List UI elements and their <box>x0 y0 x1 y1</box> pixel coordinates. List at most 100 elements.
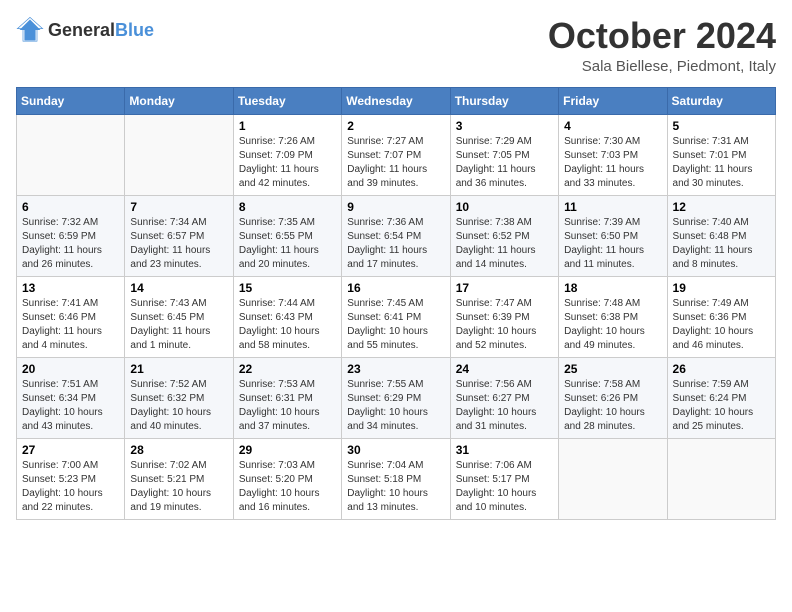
calendar-cell: 24 Sunrise: 7:56 AM Sunset: 6:27 PM Dayli… <box>450 357 558 438</box>
day-info: Sunrise: 7:27 AM Sunset: 7:07 PM Dayligh… <box>347 135 444 191</box>
calendar-cell: 27Sunrise: 7:00 AM Sunset: 5:23 PM Dayli… <box>17 438 125 519</box>
day-number: 24 <box>456 362 553 376</box>
calendar-cell: 5Sunrise: 7:31 AM Sunset: 7:01 PM Daylig… <box>667 114 775 195</box>
calendar-cell: 11Sunrise: 7:39 AM Sunset: 6:50 PM Dayli… <box>559 195 667 276</box>
day-number: 4 <box>564 119 661 133</box>
calendar-cell: 9 Sunrise: 7:36 AM Sunset: 6:54 PM Daylig… <box>342 195 450 276</box>
logo: GeneralBlue <box>16 16 154 44</box>
day-info: Sunrise: 7:49 AM Sunset: 6:36 PM Dayligh… <box>673 297 770 353</box>
day-info: Sunrise: 7:45 AM Sunset: 6:41 PM Dayligh… <box>347 297 444 353</box>
calendar-cell: 8Sunrise: 7:35 AM Sunset: 6:55 PM Daylig… <box>233 195 341 276</box>
week-row-4: 20Sunrise: 7:51 AM Sunset: 6:34 PM Dayli… <box>17 357 776 438</box>
day-number: 16 <box>347 281 444 295</box>
day-info: Sunrise: 7:44 AM Sunset: 6:43 PM Dayligh… <box>239 297 336 353</box>
day-number: 30 <box>347 443 444 457</box>
day-number: 29 <box>239 443 336 457</box>
day-header-sunday: Sunday <box>17 87 125 114</box>
day-info: Sunrise: 7:41 AM Sunset: 6:46 PM Dayligh… <box>22 297 119 353</box>
calendar-cell: 28 Sunrise: 7:02 AM Sunset: 5:21 PM Dayli… <box>125 438 233 519</box>
title-block: October 2024 Sala Biellese, Piedmont, It… <box>548 16 776 75</box>
calendar-cell: 1 Sunrise: 7:26 AM Sunset: 7:09 PM Daylig… <box>233 114 341 195</box>
calendar-cell: 19 Sunrise: 7:49 AM Sunset: 6:36 PM Dayli… <box>667 276 775 357</box>
calendar-cell: 20Sunrise: 7:51 AM Sunset: 6:34 PM Dayli… <box>17 357 125 438</box>
week-row-1: 1 Sunrise: 7:26 AM Sunset: 7:09 PM Daylig… <box>17 114 776 195</box>
day-info: Sunrise: 7:40 AM Sunset: 6:48 PM Dayligh… <box>673 216 770 272</box>
calendar-cell: 3 Sunrise: 7:29 AM Sunset: 7:05 PM Daylig… <box>450 114 558 195</box>
calendar-cell: 4Sunrise: 7:30 AM Sunset: 7:03 PM Daylig… <box>559 114 667 195</box>
day-number: 8 <box>239 200 336 214</box>
day-number: 26 <box>673 362 770 376</box>
calendar-cell: 15Sunrise: 7:44 AM Sunset: 6:43 PM Dayli… <box>233 276 341 357</box>
day-header-friday: Friday <box>559 87 667 114</box>
day-info: Sunrise: 7:38 AM Sunset: 6:52 PM Dayligh… <box>456 216 553 272</box>
day-info: Sunrise: 7:02 AM Sunset: 5:21 PM Dayligh… <box>130 459 227 515</box>
day-number: 12 <box>673 200 770 214</box>
days-row: SundayMondayTuesdayWednesdayThursdayFrid… <box>17 87 776 114</box>
week-row-3: 13 Sunrise: 7:41 AM Sunset: 6:46 PM Dayli… <box>17 276 776 357</box>
day-number: 2 <box>347 119 444 133</box>
day-number: 9 <box>347 200 444 214</box>
day-number: 17 <box>456 281 553 295</box>
calendar-cell: 31 Sunrise: 7:06 AM Sunset: 5:17 PM Dayli… <box>450 438 558 519</box>
day-number: 18 <box>564 281 661 295</box>
day-number: 27 <box>22 443 119 457</box>
calendar-cell: 26 Sunrise: 7:59 AM Sunset: 6:24 PM Dayli… <box>667 357 775 438</box>
day-header-wednesday: Wednesday <box>342 87 450 114</box>
day-info: Sunrise: 7:04 AM Sunset: 5:18 PM Dayligh… <box>347 459 444 515</box>
calendar-table: SundayMondayTuesdayWednesdayThursdayFrid… <box>16 87 776 520</box>
day-number: 5 <box>673 119 770 133</box>
calendar-cell: 23 Sunrise: 7:55 AM Sunset: 6:29 PM Dayli… <box>342 357 450 438</box>
day-number: 22 <box>239 362 336 376</box>
month-title: October 2024 <box>548 16 776 56</box>
page-header: GeneralBlue October 2024 Sala Biellese, … <box>16 16 776 75</box>
calendar-body: 1 Sunrise: 7:26 AM Sunset: 7:09 PM Daylig… <box>17 114 776 519</box>
day-info: Sunrise: 7:06 AM Sunset: 5:17 PM Dayligh… <box>456 459 553 515</box>
day-number: 23 <box>347 362 444 376</box>
calendar-cell: 6Sunrise: 7:32 AM Sunset: 6:59 PM Daylig… <box>17 195 125 276</box>
day-number: 1 <box>239 119 336 133</box>
day-info: Sunrise: 7:03 AM Sunset: 5:20 PM Dayligh… <box>239 459 336 515</box>
calendar-cell: 17 Sunrise: 7:47 AM Sunset: 6:39 PM Dayli… <box>450 276 558 357</box>
day-info: Sunrise: 7:39 AM Sunset: 6:50 PM Dayligh… <box>564 216 661 272</box>
day-info: Sunrise: 7:34 AM Sunset: 6:57 PM Dayligh… <box>130 216 227 272</box>
day-info: Sunrise: 7:29 AM Sunset: 7:05 PM Dayligh… <box>456 135 553 191</box>
day-header-tuesday: Tuesday <box>233 87 341 114</box>
day-info: Sunrise: 7:56 AM Sunset: 6:27 PM Dayligh… <box>456 378 553 434</box>
calendar-cell <box>125 114 233 195</box>
day-info: Sunrise: 7:47 AM Sunset: 6:39 PM Dayligh… <box>456 297 553 353</box>
logo-text-general: General <box>48 20 115 40</box>
day-number: 21 <box>130 362 227 376</box>
calendar-header: SundayMondayTuesdayWednesdayThursdayFrid… <box>17 87 776 114</box>
calendar-cell <box>17 114 125 195</box>
day-header-monday: Monday <box>125 87 233 114</box>
day-info: Sunrise: 7:36 AM Sunset: 6:54 PM Dayligh… <box>347 216 444 272</box>
calendar-cell <box>667 438 775 519</box>
calendar-cell: 13 Sunrise: 7:41 AM Sunset: 6:46 PM Dayli… <box>17 276 125 357</box>
day-number: 3 <box>456 119 553 133</box>
day-info: Sunrise: 7:59 AM Sunset: 6:24 PM Dayligh… <box>673 378 770 434</box>
calendar-cell: 2 Sunrise: 7:27 AM Sunset: 7:07 PM Daylig… <box>342 114 450 195</box>
day-number: 13 <box>22 281 119 295</box>
calendar-cell: 7 Sunrise: 7:34 AM Sunset: 6:57 PM Daylig… <box>125 195 233 276</box>
calendar-cell: 25Sunrise: 7:58 AM Sunset: 6:26 PM Dayli… <box>559 357 667 438</box>
day-number: 28 <box>130 443 227 457</box>
calendar-cell: 22 Sunrise: 7:53 AM Sunset: 6:31 PM Dayli… <box>233 357 341 438</box>
day-info: Sunrise: 7:26 AM Sunset: 7:09 PM Dayligh… <box>239 135 336 191</box>
day-number: 31 <box>456 443 553 457</box>
week-row-2: 6Sunrise: 7:32 AM Sunset: 6:59 PM Daylig… <box>17 195 776 276</box>
calendar-cell: 30 Sunrise: 7:04 AM Sunset: 5:18 PM Dayli… <box>342 438 450 519</box>
calendar-cell: 12 Sunrise: 7:40 AM Sunset: 6:48 PM Dayli… <box>667 195 775 276</box>
day-info: Sunrise: 7:52 AM Sunset: 6:32 PM Dayligh… <box>130 378 227 434</box>
calendar-cell: 21 Sunrise: 7:52 AM Sunset: 6:32 PM Dayli… <box>125 357 233 438</box>
calendar-cell: 29 Sunrise: 7:03 AM Sunset: 5:20 PM Dayli… <box>233 438 341 519</box>
day-info: Sunrise: 7:53 AM Sunset: 6:31 PM Dayligh… <box>239 378 336 434</box>
day-info: Sunrise: 7:48 AM Sunset: 6:38 PM Dayligh… <box>564 297 661 353</box>
day-info: Sunrise: 7:43 AM Sunset: 6:45 PM Dayligh… <box>130 297 227 353</box>
day-info: Sunrise: 7:51 AM Sunset: 6:34 PM Dayligh… <box>22 378 119 434</box>
day-number: 7 <box>130 200 227 214</box>
day-number: 19 <box>673 281 770 295</box>
calendar-cell: 16 Sunrise: 7:45 AM Sunset: 6:41 PM Dayli… <box>342 276 450 357</box>
day-number: 14 <box>130 281 227 295</box>
day-info: Sunrise: 7:55 AM Sunset: 6:29 PM Dayligh… <box>347 378 444 434</box>
day-info: Sunrise: 7:32 AM Sunset: 6:59 PM Dayligh… <box>22 216 119 272</box>
